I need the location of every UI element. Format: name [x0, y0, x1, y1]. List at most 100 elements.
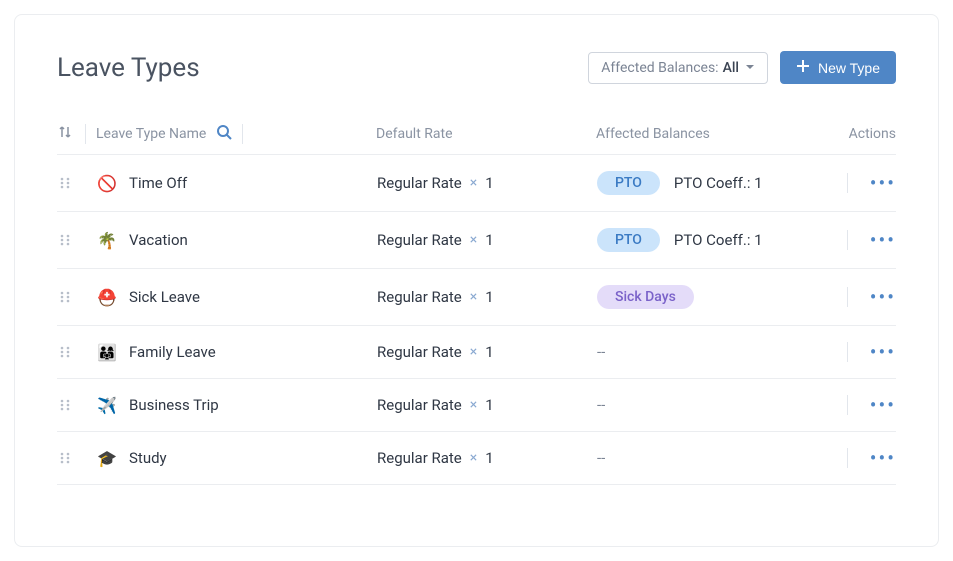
actions-cell: •••: [836, 448, 896, 468]
rate-cell: Regular Rate×1: [377, 231, 597, 249]
filter-label: Affected Balances:: [601, 60, 718, 76]
balances-cell: --: [597, 449, 836, 467]
drag-handle-icon[interactable]: [57, 175, 73, 191]
drag-handle-icon[interactable]: [57, 232, 73, 248]
rate-cell: Regular Rate×1: [377, 288, 597, 306]
rate-cell: Regular Rate×1: [377, 396, 597, 414]
balance-empty: --: [597, 343, 605, 361]
multiply-icon: ×: [470, 450, 477, 466]
more-actions-button[interactable]: •••: [870, 342, 896, 362]
multiply-icon: ×: [470, 289, 477, 305]
name-cell: 🎓 Study: [97, 449, 377, 468]
leave-types-card: Leave Types Affected Balances: All New T…: [14, 14, 939, 547]
more-actions-button[interactable]: •••: [870, 287, 896, 307]
ellipsis-icon: •••: [870, 230, 896, 250]
name-column-header: Leave Type Name: [96, 124, 376, 144]
divider: [847, 173, 848, 193]
leave-type-name: Vacation: [129, 231, 188, 249]
rate-multiplier: 1: [485, 174, 493, 192]
leave-type-icon: 🌴: [97, 231, 119, 250]
rate-multiplier: 1: [485, 396, 493, 414]
leave-type-name: Family Leave: [129, 343, 216, 361]
drag-handle-cell: [57, 289, 85, 305]
balance-coeff: PTO Coeff.: 1: [674, 174, 763, 192]
balances-cell: Sick Days: [597, 285, 836, 309]
drag-handle-icon[interactable]: [57, 450, 73, 466]
more-actions-button[interactable]: •••: [870, 448, 896, 468]
leave-type-icon: 👨‍👩‍👧: [97, 343, 119, 362]
leave-types-table: Leave Type Name Default Rate Affected Ba…: [57, 114, 896, 485]
rate-cell: Regular Rate × 1: [377, 449, 597, 467]
rate-multiplier: 1: [485, 343, 493, 361]
balance-pill: PTO: [597, 171, 660, 195]
leave-type-name: Sick Leave: [129, 288, 200, 306]
balance-empty: --: [597, 449, 605, 467]
divider: [847, 395, 848, 415]
plus-icon: [796, 59, 810, 76]
drag-handle-icon[interactable]: [57, 397, 73, 413]
rate-label: Regular Rate: [377, 288, 462, 306]
filter-value: All: [723, 60, 739, 76]
leave-type-icon: ⛑️: [97, 288, 119, 307]
divider: [85, 124, 86, 144]
rate-column-header: Default Rate: [376, 126, 596, 142]
drag-handle-cell: [57, 344, 85, 360]
more-actions-button[interactable]: •••: [870, 173, 896, 193]
rate-label: Regular Rate: [377, 343, 462, 361]
table-row: 🌴VacationRegular Rate×1PTOPTO Coeff.: 1•…: [57, 212, 896, 269]
drag-handle-icon[interactable]: [57, 289, 73, 305]
table-row: ⛑️Sick LeaveRegular Rate×1Sick Days•••: [57, 269, 896, 326]
balances-cell: --: [597, 396, 836, 414]
divider: [847, 230, 848, 250]
table-row: 🎓 Study Regular Rate × 1 -- •••: [57, 432, 896, 485]
actions-cell: •••: [836, 395, 896, 415]
balance-empty: --: [597, 396, 605, 414]
drag-handle-cell: [57, 232, 85, 248]
new-type-button[interactable]: New Type: [780, 51, 896, 84]
ellipsis-icon: •••: [870, 395, 896, 415]
ellipsis-icon: •••: [870, 287, 896, 307]
divider: [847, 448, 848, 468]
new-type-label: New Type: [818, 60, 880, 76]
name-cell: ✈️Business Trip: [97, 396, 377, 415]
rate-label: Regular Rate: [377, 449, 462, 467]
rate-cell: Regular Rate × 1: [377, 174, 597, 192]
multiply-icon: ×: [470, 175, 477, 191]
actions-cell: •••: [836, 230, 896, 250]
balance-pill: PTO: [597, 228, 660, 252]
actions-header-label: Actions: [849, 126, 896, 142]
actions-column-header: Actions: [836, 126, 896, 142]
leave-type-icon: 🎓: [97, 449, 119, 468]
name-cell: 🌴 Vacation: [97, 231, 377, 250]
rate-header-label: Default Rate: [376, 126, 453, 142]
rate-label: Regular Rate: [377, 174, 462, 192]
balances-cell: PTO PTO Coeff.: 1: [597, 228, 836, 252]
table-header: Leave Type Name Default Rate Affected Ba…: [57, 114, 896, 155]
search-icon[interactable]: [216, 124, 232, 144]
ellipsis-icon: •••: [870, 173, 896, 193]
leave-type-name: Time Off: [129, 174, 187, 192]
table-row: ✈️Business TripRegular Rate×1--•••: [57, 379, 896, 432]
rate-multiplier: 1: [485, 449, 493, 467]
rate-label: Regular Rate: [377, 231, 462, 249]
table-row: 👨‍👩‍👧 Family Leave Regular Rate × 1 -- •••: [57, 326, 896, 379]
divider: [847, 342, 848, 362]
balance-coeff: PTO Coeff.: 1: [674, 231, 763, 249]
multiply-icon: ×: [470, 344, 477, 360]
header: Leave Types Affected Balances: All New T…: [57, 51, 896, 84]
balances-column-header: Affected Balances: [596, 126, 836, 142]
more-actions-button[interactable]: •••: [870, 395, 896, 415]
sort-column[interactable]: [57, 124, 85, 144]
name-cell: 👨‍👩‍👧 Family Leave: [97, 343, 377, 362]
affected-balances-filter[interactable]: Affected Balances: All: [588, 52, 768, 84]
drag-handle-icon[interactable]: [57, 344, 73, 360]
leave-type-name: Study: [129, 449, 167, 467]
sort-icon: [57, 124, 73, 144]
multiply-icon: ×: [470, 232, 477, 248]
leave-type-icon: ✈️: [97, 396, 119, 415]
multiply-icon: ×: [470, 397, 477, 413]
drag-handle-cell: [57, 450, 85, 466]
more-actions-button[interactable]: •••: [870, 230, 896, 250]
name-header-label: Leave Type Name: [96, 126, 206, 142]
balances-cell: --: [597, 343, 836, 361]
